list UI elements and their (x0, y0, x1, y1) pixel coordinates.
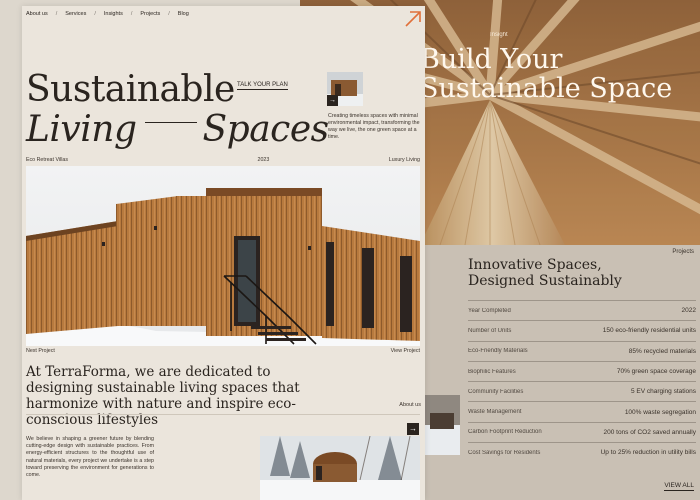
nav-separator: / (168, 11, 170, 17)
nav-insights[interactable]: Insights (104, 11, 123, 17)
spec-row: Community Facilities 5 EV charging statio… (468, 381, 696, 401)
title-spaces: Spaces (202, 109, 330, 150)
spec-row: Carbon Footprint Reduction 200 tons of CO… (468, 421, 696, 442)
mission-body: We believe in shaping a greener future b… (26, 436, 154, 479)
snow-sauna-image (260, 436, 420, 500)
spec-label: Eco-Friendly Materials (468, 348, 528, 355)
image-meta-row: Next Project View Project (26, 348, 420, 354)
title-living: Living (26, 109, 137, 150)
spec-row: Eco-Friendly Materials 85% recycled mater… (468, 340, 696, 361)
view-project-link[interactable]: View Project (391, 348, 420, 354)
spec-row: Number of Units 150 eco-friendly resident… (468, 320, 696, 340)
hero-description: Creating timeless spaces with minimal en… (328, 113, 420, 140)
hero-title-line2: Living Spaces (26, 110, 329, 150)
title-dash (144, 121, 197, 123)
project-name: Eco Retreat Villas (26, 157, 69, 163)
back-hero-title: Build Your Sustainable Space (420, 45, 672, 103)
heading-line2: Designed Sustainably (468, 273, 622, 289)
spec-label: Community Facilities (468, 388, 524, 395)
arrow-up-right-icon[interactable] (404, 10, 422, 28)
next-project-link[interactable]: Next Project (26, 348, 55, 354)
nav-separator: / (130, 11, 133, 17)
heading-line1: Innovative Spaces, (468, 257, 602, 273)
spec-value: 2022 (681, 307, 696, 315)
spec-label: Biophilic Features (468, 368, 516, 375)
spec-value: Up to 25% reduction in utility bills (600, 449, 696, 457)
spec-value: 200 tons of CO2 saved annually (603, 428, 696, 436)
arrow-right-icon[interactable]: → (327, 95, 338, 106)
mission-statement: At TerraForma, we are dedicated to desig… (26, 364, 300, 428)
spec-value: 70% green space coverage (616, 368, 696, 376)
divider (26, 414, 420, 415)
spec-row: Waste Management 100% waste segregation (468, 401, 696, 421)
spec-row: Biophilic Features 70% green space covera… (468, 360, 696, 381)
back-snow-thumbnail (424, 395, 460, 455)
projects-label: Projects (672, 249, 694, 255)
spec-value: 100% waste segregation (624, 408, 696, 416)
spec-row: Year Completed 2022 (468, 300, 696, 320)
specs-table: Year Completed 2022 Number of Units 150 eco… (468, 300, 696, 462)
view-all-link[interactable]: VIEW ALL (664, 482, 694, 491)
about-us-link[interactable]: About us (399, 402, 421, 408)
spec-value: 85% recycled materials (628, 347, 696, 355)
spec-label: Carbon Footprint Reduction (468, 429, 542, 436)
nav-blog[interactable]: Blog (178, 11, 189, 17)
hero-title-line1: Sustainable (26, 69, 235, 110)
project-meta-row: Eco Retreat Villas 2023 Luxury Living (26, 157, 420, 163)
projects-heading: Innovative Spaces, Designed Sustainably (468, 257, 622, 289)
nav-separator: / (55, 11, 58, 17)
spec-label: Cost Savings for Residents (468, 449, 541, 456)
project-category: Luxury Living (388, 157, 420, 163)
top-nav: About us / Services / Insights / Project… (26, 11, 189, 17)
nav-separator: / (94, 11, 96, 17)
insight-label: Insight (490, 32, 508, 38)
cabin-main-image (26, 166, 420, 346)
spec-value: 150 eco-friendly residential units (602, 327, 696, 335)
main-page-card: About us / Services / Insights / Project… (22, 6, 425, 500)
nav-services[interactable]: Services (65, 11, 86, 17)
spec-label: Year Completed (468, 307, 511, 314)
arrow-right-icon[interactable]: → (407, 423, 419, 435)
back-title-line1: Build Your (420, 44, 563, 75)
spec-label: Waste Management (468, 409, 522, 416)
talk-your-plan-link[interactable]: TALK YOUR PLAN (237, 82, 288, 90)
nav-about[interactable]: About us (26, 11, 48, 17)
spec-value: 5 EV charging stations (630, 388, 696, 396)
spec-label: Number of Units (468, 327, 512, 334)
project-year: 2023 (257, 157, 270, 163)
nav-projects[interactable]: Projects (140, 11, 160, 17)
spec-row: Cost Savings for Residents Up to 25% redu… (468, 442, 696, 462)
back-title-line2: Sustainable Space (420, 73, 673, 104)
